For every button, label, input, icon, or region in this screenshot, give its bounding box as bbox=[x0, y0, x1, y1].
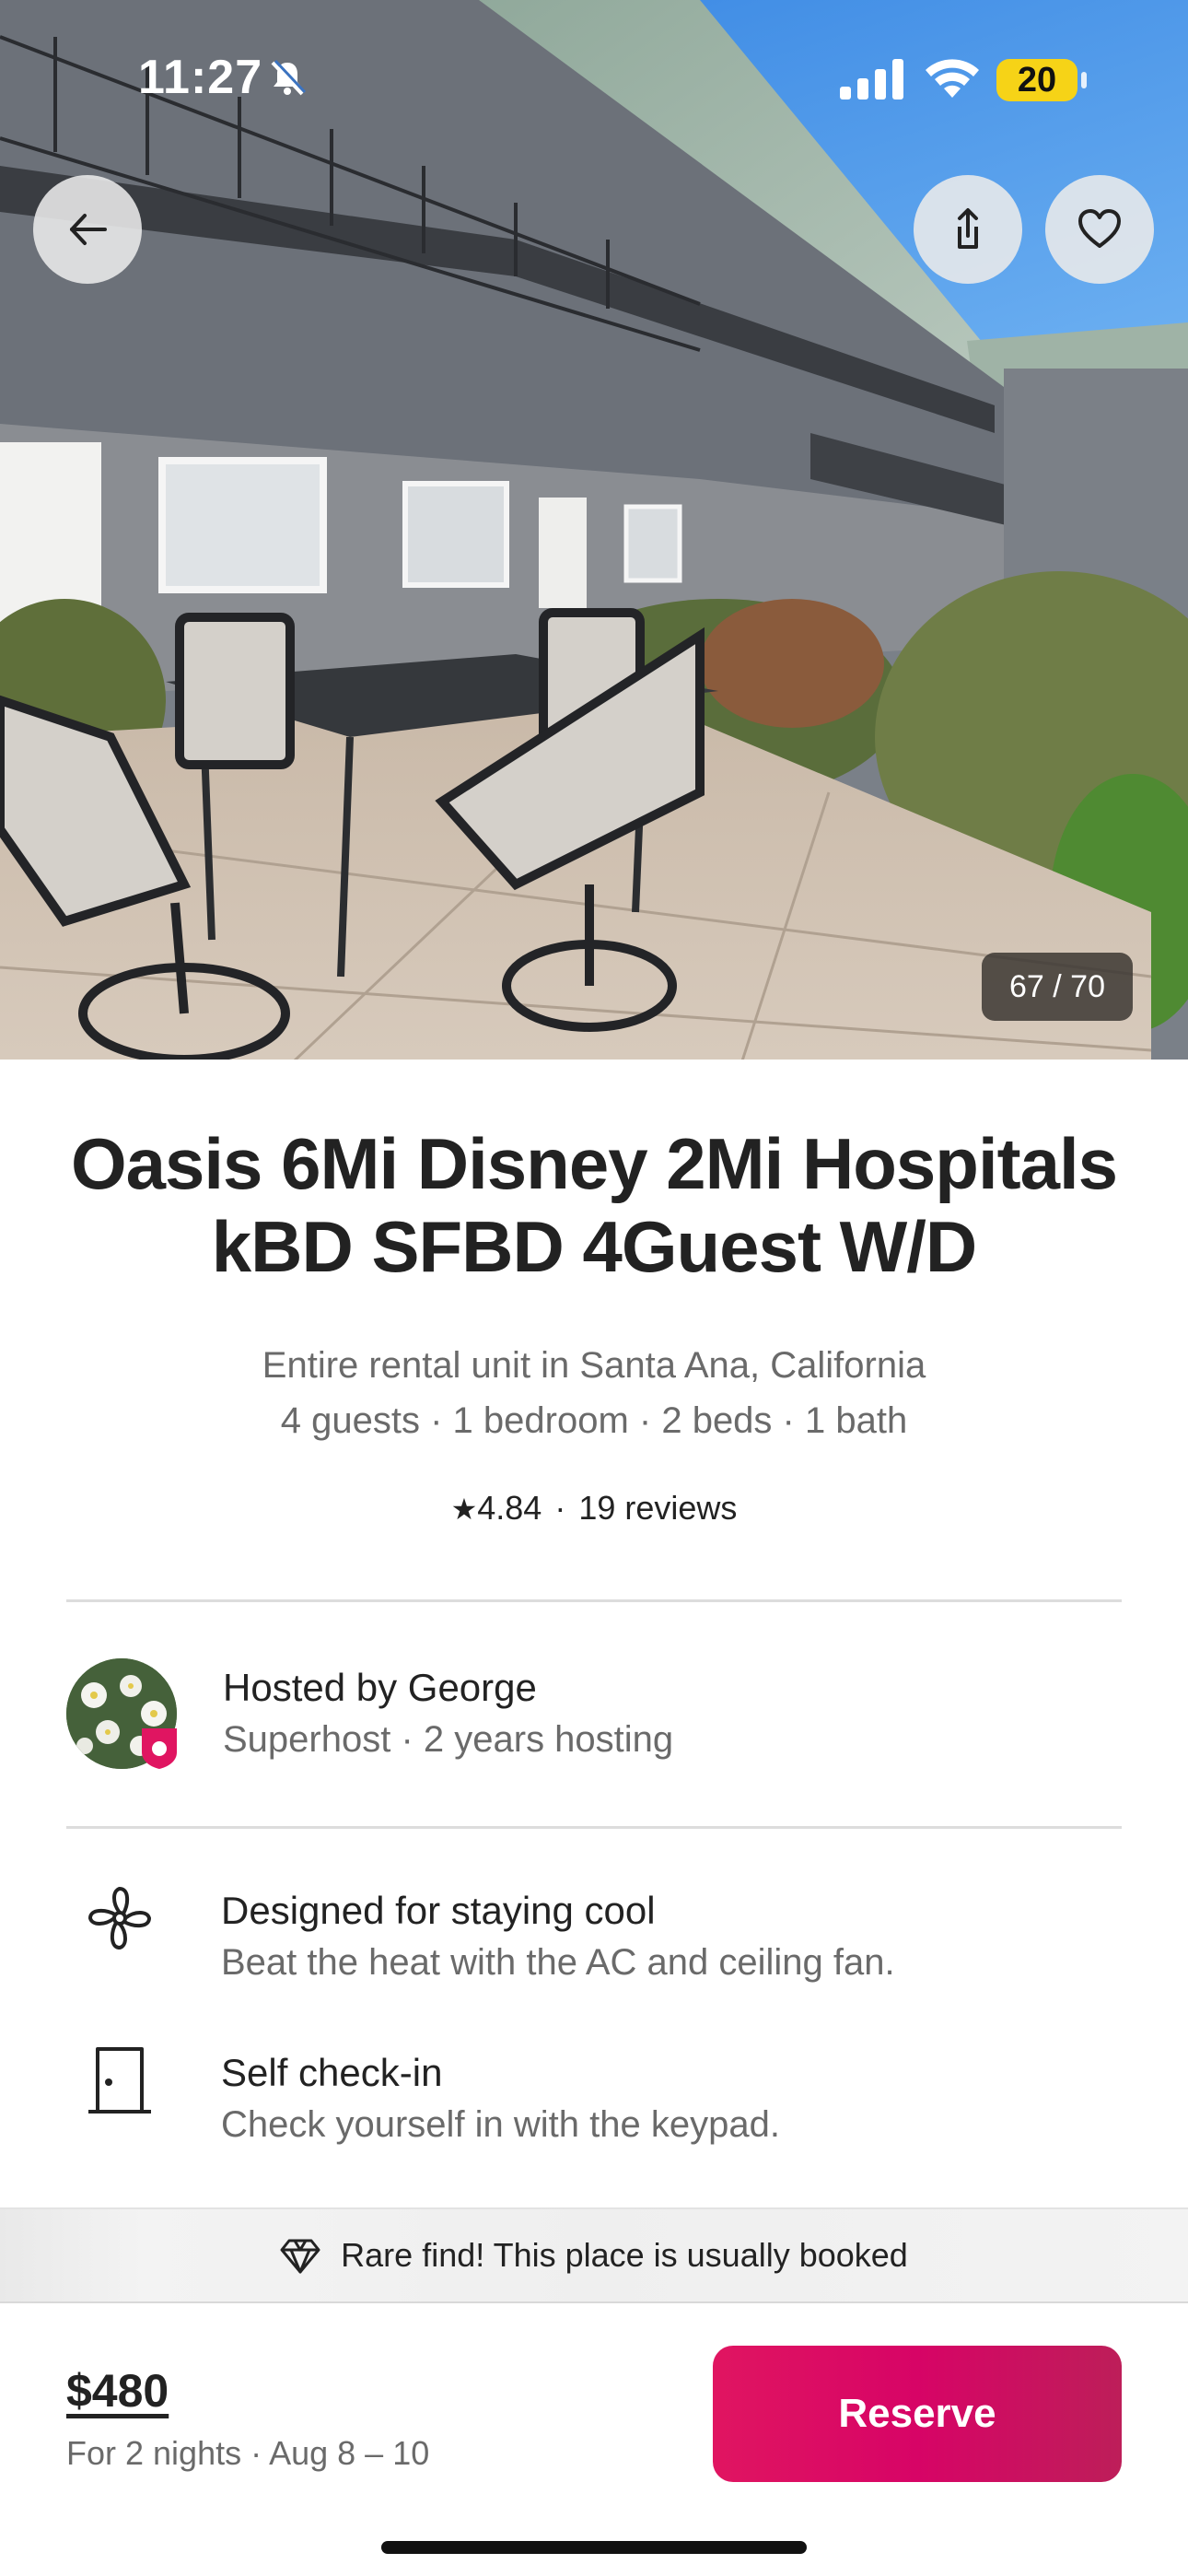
listing-summary: Entire rental unit in Santa Ana, Califor… bbox=[64, 1338, 1124, 1448]
fan-icon bbox=[88, 1887, 151, 1950]
listing-type-location: Entire rental unit in Santa Ana, Califor… bbox=[262, 1345, 926, 1386]
divider bbox=[66, 1599, 1122, 1602]
back-arrow-icon bbox=[70, 214, 107, 245]
cellular-signal-icon bbox=[840, 59, 903, 100]
listing-photo[interactable]: 11:27 20 67 / 70 bbox=[0, 0, 1188, 1078]
diamond-icon bbox=[280, 2239, 320, 2274]
share-button[interactable] bbox=[914, 175, 1022, 284]
listing-title: Oasis 6Mi Disney 2Mi Hospitals kBD SFBD … bbox=[64, 1122, 1124, 1288]
star-icon: ★ bbox=[450, 1493, 478, 1526]
divider bbox=[66, 1826, 1122, 1829]
status-time: 11:27 bbox=[138, 51, 263, 104]
superhost-badge-icon bbox=[142, 1728, 177, 1769]
listing-title-line2: kBD SFBD 4Guest W/D bbox=[211, 1206, 977, 1287]
home-indicator[interactable] bbox=[381, 2541, 807, 2554]
rating-row[interactable]: ★4.84 · 19 reviews bbox=[64, 1489, 1124, 1528]
photo-counter: 67 / 70 bbox=[982, 953, 1133, 1021]
status-bar: 11:27 20 bbox=[0, 0, 1188, 157]
heart-icon bbox=[1078, 209, 1121, 248]
feature-title-cooling: Designed for staying cool bbox=[221, 1889, 656, 1932]
rare-find-banner: Rare find! This place is usually booked bbox=[0, 2207, 1188, 2303]
host-status: Superhost · 2 years hosting bbox=[223, 1719, 674, 1760]
host-name[interactable]: Hosted by George bbox=[223, 1666, 537, 1710]
listing-title-line1: Oasis 6Mi Disney 2Mi Hospitals bbox=[70, 1123, 1118, 1204]
bell-slash-icon bbox=[271, 59, 307, 96]
wifi-icon bbox=[926, 59, 979, 98]
rating-separator: · bbox=[554, 1489, 566, 1527]
courtyard-photo bbox=[0, 0, 1188, 1078]
feature-title-checkin: Self check-in bbox=[221, 2051, 443, 2094]
back-button[interactable] bbox=[33, 175, 142, 284]
save-to-wishlist-button[interactable] bbox=[1045, 175, 1154, 284]
price-total[interactable]: $480 bbox=[66, 2364, 169, 2418]
feature-desc-checkin: Check yourself in with the keypad. bbox=[221, 2104, 780, 2145]
reserve-button[interactable]: Reserve bbox=[713, 2346, 1122, 2482]
door-icon bbox=[88, 2047, 151, 2113]
rating-value: 4.84 bbox=[477, 1489, 542, 1527]
reviews-link[interactable]: 19 reviews bbox=[578, 1489, 737, 1527]
feature-desc-cooling: Beat the heat with the AC and ceiling fa… bbox=[221, 1942, 895, 1983]
price-dates: For 2 nights · Aug 8 – 10 bbox=[66, 2434, 430, 2472]
battery-icon: 20 bbox=[996, 59, 1087, 101]
share-icon bbox=[958, 208, 978, 249]
listing-capacity-details: 4 guests · 1 bedroom · 2 beds · 1 bath bbox=[280, 1400, 908, 1441]
rare-find-text: Rare find! This place is usually booked bbox=[341, 2236, 908, 2274]
